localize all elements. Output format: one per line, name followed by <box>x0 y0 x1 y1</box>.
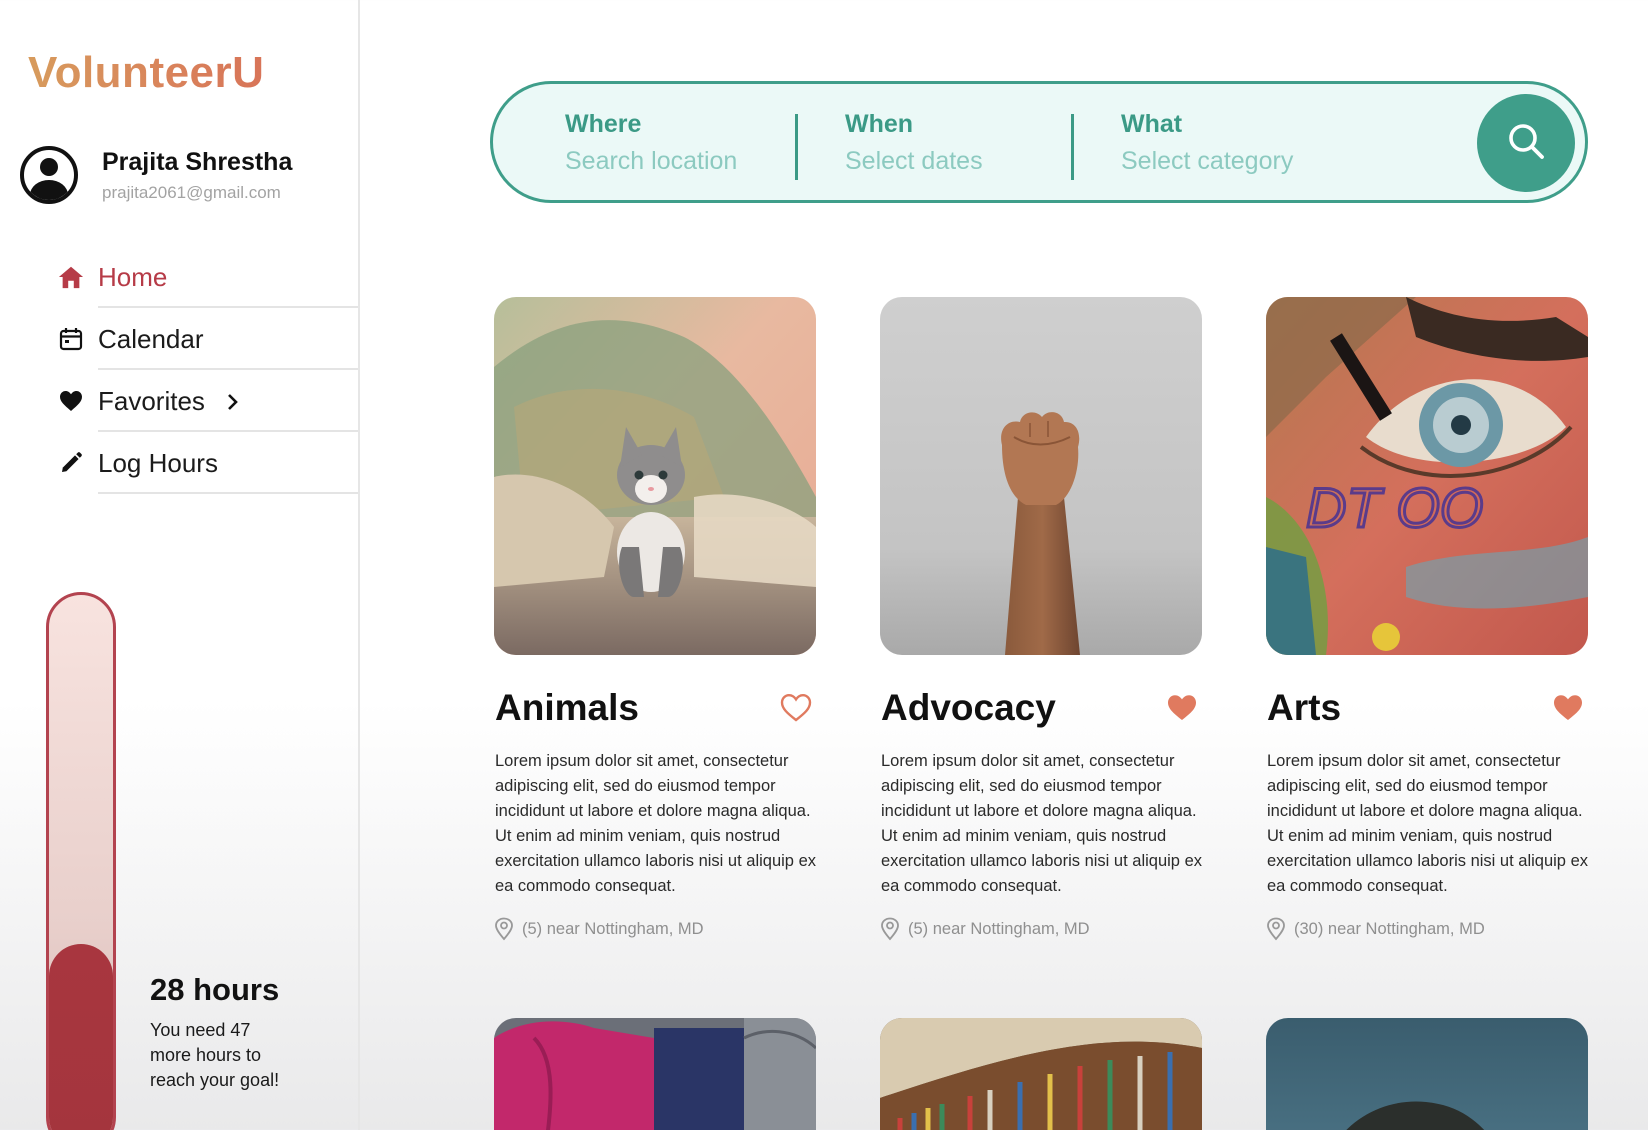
favorite-heart-icon[interactable] <box>1166 693 1198 723</box>
card-title: Animals <box>495 687 639 728</box>
card-description: Lorem ipsum dolor sit amet, consectetur … <box>495 752 816 895</box>
location-pin-icon <box>1267 917 1285 941</box>
dates-input[interactable] <box>845 147 1085 176</box>
favorite-heart-icon[interactable] <box>780 693 812 723</box>
category-card-library-image[interactable] <box>880 1018 1202 1130</box>
location-input[interactable] <box>565 147 805 176</box>
sidebar-item-label: Favorites <box>98 386 205 416</box>
user-name: Prajita Shrestha <box>102 147 293 176</box>
card-description: Lorem ipsum dolor sit amet, consectetur … <box>881 752 1202 895</box>
location-pin-icon <box>881 917 899 941</box>
home-icon <box>58 264 84 290</box>
sidebar-item-calendar[interactable]: Calendar <box>0 308 358 370</box>
app-logo[interactable]: VolunteerU <box>28 48 264 98</box>
card-location-text: (5) near Nottingham, MD <box>522 919 704 938</box>
category-card-animals[interactable]: Animals Lorem ipsum dolor sit amet, cons… <box>494 297 816 941</box>
hours-remaining-note: You need 47 more hours to reach your goa… <box>150 1020 280 1090</box>
what-field[interactable]: What <box>1121 110 1361 176</box>
search-button[interactable] <box>1477 94 1575 192</box>
advocacy-image[interactable] <box>880 297 1202 655</box>
heart-icon <box>58 388 84 414</box>
hours-progress-bar <box>46 592 116 1130</box>
category-input[interactable] <box>1121 147 1361 176</box>
favorite-heart-icon[interactable] <box>1552 693 1584 723</box>
search-divider <box>795 114 798 180</box>
card-location: (5) near Nottingham, MD <box>494 917 704 941</box>
card-title: Advocacy <box>881 687 1056 728</box>
svg-text:DT OO: DT OO <box>1306 476 1483 539</box>
calendar-icon <box>58 326 84 352</box>
sidebar-item-home[interactable]: Home <box>0 246 358 308</box>
sidebar: VolunteerU Prajita Shrestha prajita2061@… <box>0 0 360 1130</box>
when-field[interactable]: When <box>845 110 1085 176</box>
animals-image[interactable] <box>494 297 816 655</box>
sidebar-item-label: Home <box>98 262 168 292</box>
where-field[interactable]: Where <box>565 110 805 176</box>
search-divider <box>1071 114 1074 180</box>
sidebar-item-favorites[interactable]: Favorites <box>0 370 358 432</box>
sidebar-item-label: Log Hours <box>98 448 218 478</box>
pencil-icon <box>58 450 84 476</box>
user-email: prajita2061@gmail.com <box>102 182 281 202</box>
avatar <box>20 146 78 204</box>
sidebar-item-label: Calendar <box>98 324 204 354</box>
card-description: Lorem ipsum dolor sit amet, consectetur … <box>1267 752 1588 895</box>
main-nav: Home Calendar Favorites Log Hours <box>0 246 358 494</box>
category-card-advocacy[interactable]: Advocacy Lorem ipsum dolor sit amet, con… <box>880 297 1202 941</box>
location-pin-icon <box>495 917 513 941</box>
hours-progress-fill <box>49 944 113 1130</box>
search-bar: Where When What <box>490 81 1588 203</box>
card-location: (5) near Nottingham, MD <box>880 917 1090 941</box>
search-icon <box>1506 121 1546 166</box>
sidebar-item-log-hours[interactable]: Log Hours <box>0 432 358 494</box>
category-card-arts[interactable]: DT OO Arts Lorem ipsum dolor sit amet, c… <box>1266 297 1588 941</box>
category-card-ocean-image[interactable] <box>1266 1018 1588 1130</box>
when-label: When <box>845 110 914 138</box>
arts-image[interactable]: DT OO <box>1266 297 1588 655</box>
card-location-text: (30) near Nottingham, MD <box>1294 919 1485 938</box>
where-label: Where <box>565 110 642 138</box>
card-title: Arts <box>1267 687 1342 728</box>
what-label: What <box>1121 110 1183 138</box>
card-location: (30) near Nottingham, MD <box>1266 917 1485 941</box>
chevron-right-icon[interactable] <box>226 392 240 417</box>
hours-total: 28 hours <box>150 972 280 1007</box>
user-profile[interactable]: Prajita Shrestha prajita2061@gmail.com <box>20 146 292 204</box>
card-location-text: (5) near Nottingham, MD <box>908 919 1090 938</box>
category-card-people-image[interactable] <box>494 1018 816 1130</box>
